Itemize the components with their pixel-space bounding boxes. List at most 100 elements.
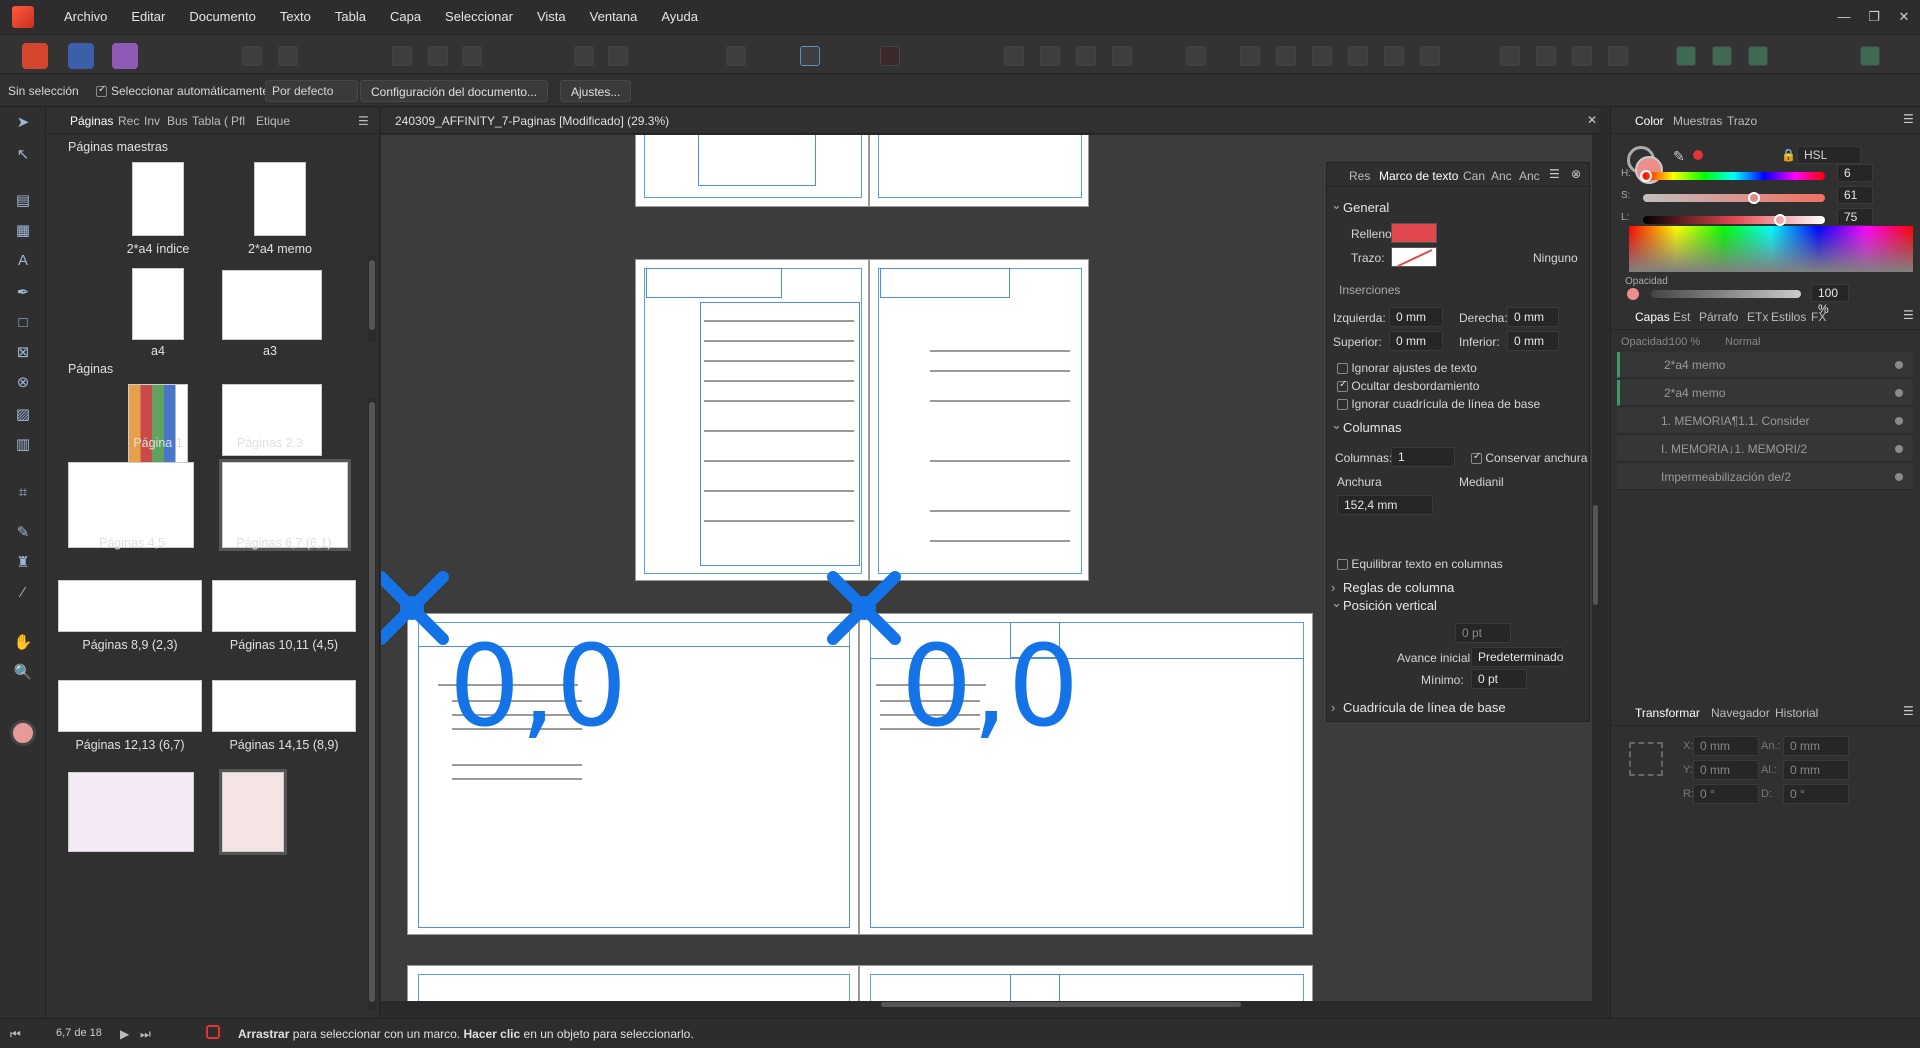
tab-resources[interactable]: Rec	[118, 114, 139, 128]
masters-scrollbar[interactable]	[368, 256, 376, 342]
last-page-icon[interactable]: ⏭	[140, 1027, 151, 1042]
toolbar-icon[interactable]	[242, 46, 262, 66]
user-icon[interactable]	[1860, 46, 1880, 66]
page-thumbnail[interactable]	[58, 580, 202, 632]
toolbar-icon[interactable]	[1748, 46, 1768, 66]
saturation-knob[interactable]	[1748, 192, 1761, 204]
inset-top-field[interactable]: 0 mm	[1389, 331, 1443, 351]
page-thumbnail[interactable]	[128, 384, 188, 468]
menu-texto[interactable]: Texto	[268, 0, 323, 34]
menu-editar[interactable]: Editar	[119, 0, 177, 34]
toolbar-icon[interactable]	[1276, 46, 1296, 66]
ignore-text-wrap-checkbox[interactable]: Ignorar ajustes de texto	[1337, 361, 1477, 375]
balance-columns-checkbox[interactable]: Equilibrar texto en columnas	[1337, 557, 1503, 571]
tab-anc-2[interactable]: Anc	[1519, 169, 1540, 183]
menu-archivo[interactable]: Archivo	[52, 0, 119, 34]
vertical-offset-field[interactable]: 0 pt	[1455, 623, 1511, 643]
page-thumbnail[interactable]	[219, 769, 287, 855]
panel-menu-icon[interactable]: ☰	[1903, 308, 1914, 322]
text-frame-icon[interactable]	[800, 46, 820, 66]
tab-styles[interactable]: Estilos	[1771, 310, 1806, 324]
table-tool-icon[interactable]: ▦	[12, 220, 34, 242]
toolbar-icon[interactable]	[1004, 46, 1024, 66]
place-image-tool-icon[interactable]: ▨	[12, 404, 34, 426]
gear-icon[interactable]	[278, 46, 298, 66]
color-model-dropdown[interactable]: HSL	[1797, 146, 1861, 164]
menu-ventana[interactable]: Ventana	[578, 0, 650, 34]
frame-text-tool-icon[interactable]: ▤	[12, 190, 34, 212]
column-width-field[interactable]: 152,4 mm	[1337, 495, 1433, 515]
assistant-icon[interactable]	[1676, 46, 1696, 66]
pages-scrollbar[interactable]	[368, 398, 376, 1010]
toolbar-icon[interactable]	[1572, 46, 1592, 66]
fill-color-swatch[interactable]	[1391, 223, 1437, 243]
master-thumbnail[interactable]	[132, 268, 184, 340]
saturation-slider[interactable]	[1643, 192, 1825, 204]
stroke-swatch[interactable]	[1391, 247, 1437, 267]
toolbar-icon[interactable]	[574, 46, 594, 66]
layer-row[interactable]: I. MEMORIA↓1. MEMORI/2	[1617, 436, 1913, 462]
y-field[interactable]: 0 mm	[1693, 760, 1759, 780]
tab-pages[interactable]: Páginas	[70, 114, 113, 128]
ellipse-frame-tool-icon[interactable]: ⊗	[12, 372, 34, 394]
publisher-persona-icon[interactable]	[22, 43, 48, 69]
auto-select-checkbox[interactable]	[96, 84, 107, 98]
page-thumbnail[interactable]	[212, 580, 356, 632]
inset-bottom-field[interactable]: 0 mm	[1507, 331, 1559, 351]
page-thumbnail[interactable]	[58, 680, 202, 732]
tab-fx[interactable]: FX	[1811, 310, 1826, 324]
general-section-header[interactable]: General	[1327, 194, 1591, 219]
first-advance-dropdown[interactable]: Predeterminado	[1471, 647, 1563, 667]
ignore-baseline-checkbox[interactable]: Ignorar cuadrícula de línea de base	[1337, 397, 1540, 411]
lightness-knob[interactable]	[1773, 214, 1786, 226]
next-page-icon[interactable]: ▶	[120, 1027, 129, 1041]
pages-header[interactable]: Páginas	[46, 362, 366, 382]
master-thumbnail[interactable]	[254, 162, 306, 236]
page-thumbnail[interactable]	[68, 772, 194, 852]
inset-right-field[interactable]: 0 mm	[1507, 307, 1559, 327]
preflight-error-icon[interactable]	[206, 1025, 220, 1039]
layer-opacity-value[interactable]: 100 %	[1669, 336, 1700, 348]
toolbar-icon[interactable]	[1312, 46, 1332, 66]
lightness-slider[interactable]	[1643, 214, 1825, 226]
lightness-field[interactable]: 75	[1837, 208, 1873, 226]
page[interactable]	[635, 259, 869, 581]
page-thumbnail[interactable]	[212, 680, 356, 732]
preflight-icon[interactable]	[726, 46, 746, 66]
close-window-icon[interactable]: ✕	[1890, 0, 1918, 34]
h-field[interactable]: 0 mm	[1783, 760, 1849, 780]
minimum-field[interactable]: 0 pt	[1471, 669, 1527, 689]
w-field[interactable]: 0 mm	[1783, 736, 1849, 756]
page[interactable]	[869, 135, 1089, 207]
hue-slider[interactable]	[1640, 170, 1825, 182]
toolbar-icon[interactable]	[428, 46, 448, 66]
menu-vista[interactable]: Vista	[525, 0, 578, 34]
keep-width-checkbox[interactable]: Conservar anchura	[1471, 451, 1587, 465]
artistic-text-tool-icon[interactable]: A	[12, 250, 34, 272]
tab-paragraph[interactable]: Párrafo	[1699, 310, 1738, 324]
opacity-field[interactable]: 100 %	[1811, 284, 1849, 316]
close-panel-icon[interactable]: ⊗	[1571, 167, 1581, 181]
layer-row[interactable]: 2*a4 memo	[1617, 380, 1913, 406]
toolbar-icon[interactable]	[392, 46, 412, 66]
first-page-icon[interactable]: ⏮	[10, 1027, 21, 1042]
tab-anc[interactable]: Anc	[1491, 169, 1512, 183]
tab-text-styles[interactable]: ETx	[1747, 310, 1768, 324]
menu-documento[interactable]: Documento	[177, 0, 267, 34]
close-document-icon[interactable]: ✕	[1587, 113, 1597, 127]
panel-menu-icon[interactable]: ☰	[358, 114, 369, 128]
menu-ayuda[interactable]: Ayuda	[649, 0, 710, 34]
tab-layers[interactable]: Capas	[1635, 310, 1670, 324]
auto-select-dropdown[interactable]: Por defecto	[265, 80, 359, 102]
fill-color-swatch[interactable]	[10, 720, 36, 746]
tab-inventory[interactable]: Inv	[144, 114, 160, 128]
picture-frame-tool-icon[interactable]: ⊠	[12, 342, 34, 364]
blend-mode-dropdown[interactable]: Normal	[1725, 336, 1760, 348]
tab-swatches[interactable]: Muestras	[1673, 114, 1722, 128]
tab-transform[interactable]: Transformar	[1635, 706, 1700, 720]
toolbar-icon[interactable]	[1712, 46, 1732, 66]
menu-seleccionar[interactable]: Seleccionar	[433, 0, 525, 34]
canvas-horizontal-scrollbar[interactable]	[381, 1001, 1599, 1008]
panel-menu-icon[interactable]: ☰	[1903, 704, 1914, 718]
baseline-grid-header[interactable]: Cuadrícula de línea de base	[1327, 697, 1591, 719]
